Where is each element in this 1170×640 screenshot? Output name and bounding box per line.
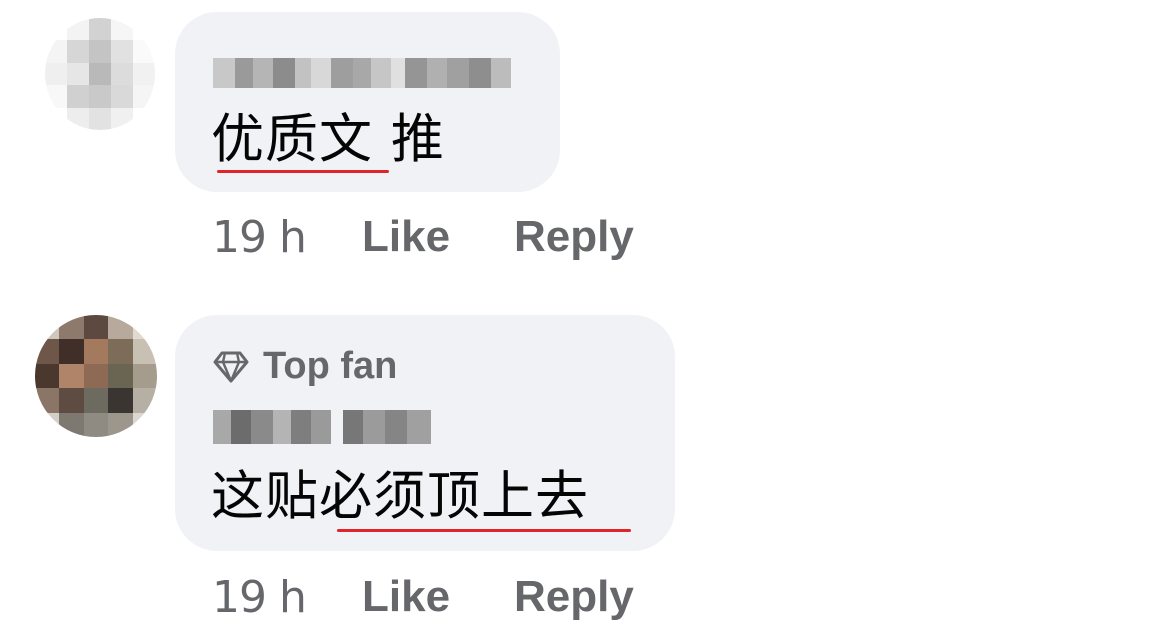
avatar[interactable]	[35, 315, 157, 437]
reply-button[interactable]: Reply	[514, 572, 634, 622]
comment-text: 这贴必须顶上去	[211, 466, 589, 527]
like-button[interactable]: Like	[362, 212, 450, 262]
author-name-blurred[interactable]	[213, 410, 433, 444]
comment: 优质文 推 19 h Like Reply	[0, 0, 1170, 280]
reply-button[interactable]: Reply	[514, 212, 634, 262]
top-fan-badge: Top fan	[213, 345, 397, 388]
comment-bubble: 优质文 推	[175, 12, 560, 192]
comment-text: 优质文 推	[211, 109, 445, 170]
comment-actions: 19 h Like Reply	[212, 572, 634, 628]
author-name-blurred[interactable]	[213, 58, 521, 88]
comment: Top fan 这贴必须顶上去 19 h Like Reply	[0, 300, 1170, 640]
spellcheck-underline	[217, 170, 389, 173]
comment-timestamp[interactable]: 19 h	[212, 212, 307, 263]
badge-label: Top fan	[263, 345, 398, 387]
avatar[interactable]	[45, 18, 155, 130]
comment-bubble: Top fan 这贴必须顶上去	[175, 315, 675, 551]
spellcheck-underline	[337, 529, 631, 532]
comment-actions: 19 h Like Reply	[212, 212, 634, 268]
diamond-icon	[213, 350, 249, 384]
comment-timestamp[interactable]: 19 h	[212, 572, 307, 623]
like-button[interactable]: Like	[362, 572, 450, 622]
